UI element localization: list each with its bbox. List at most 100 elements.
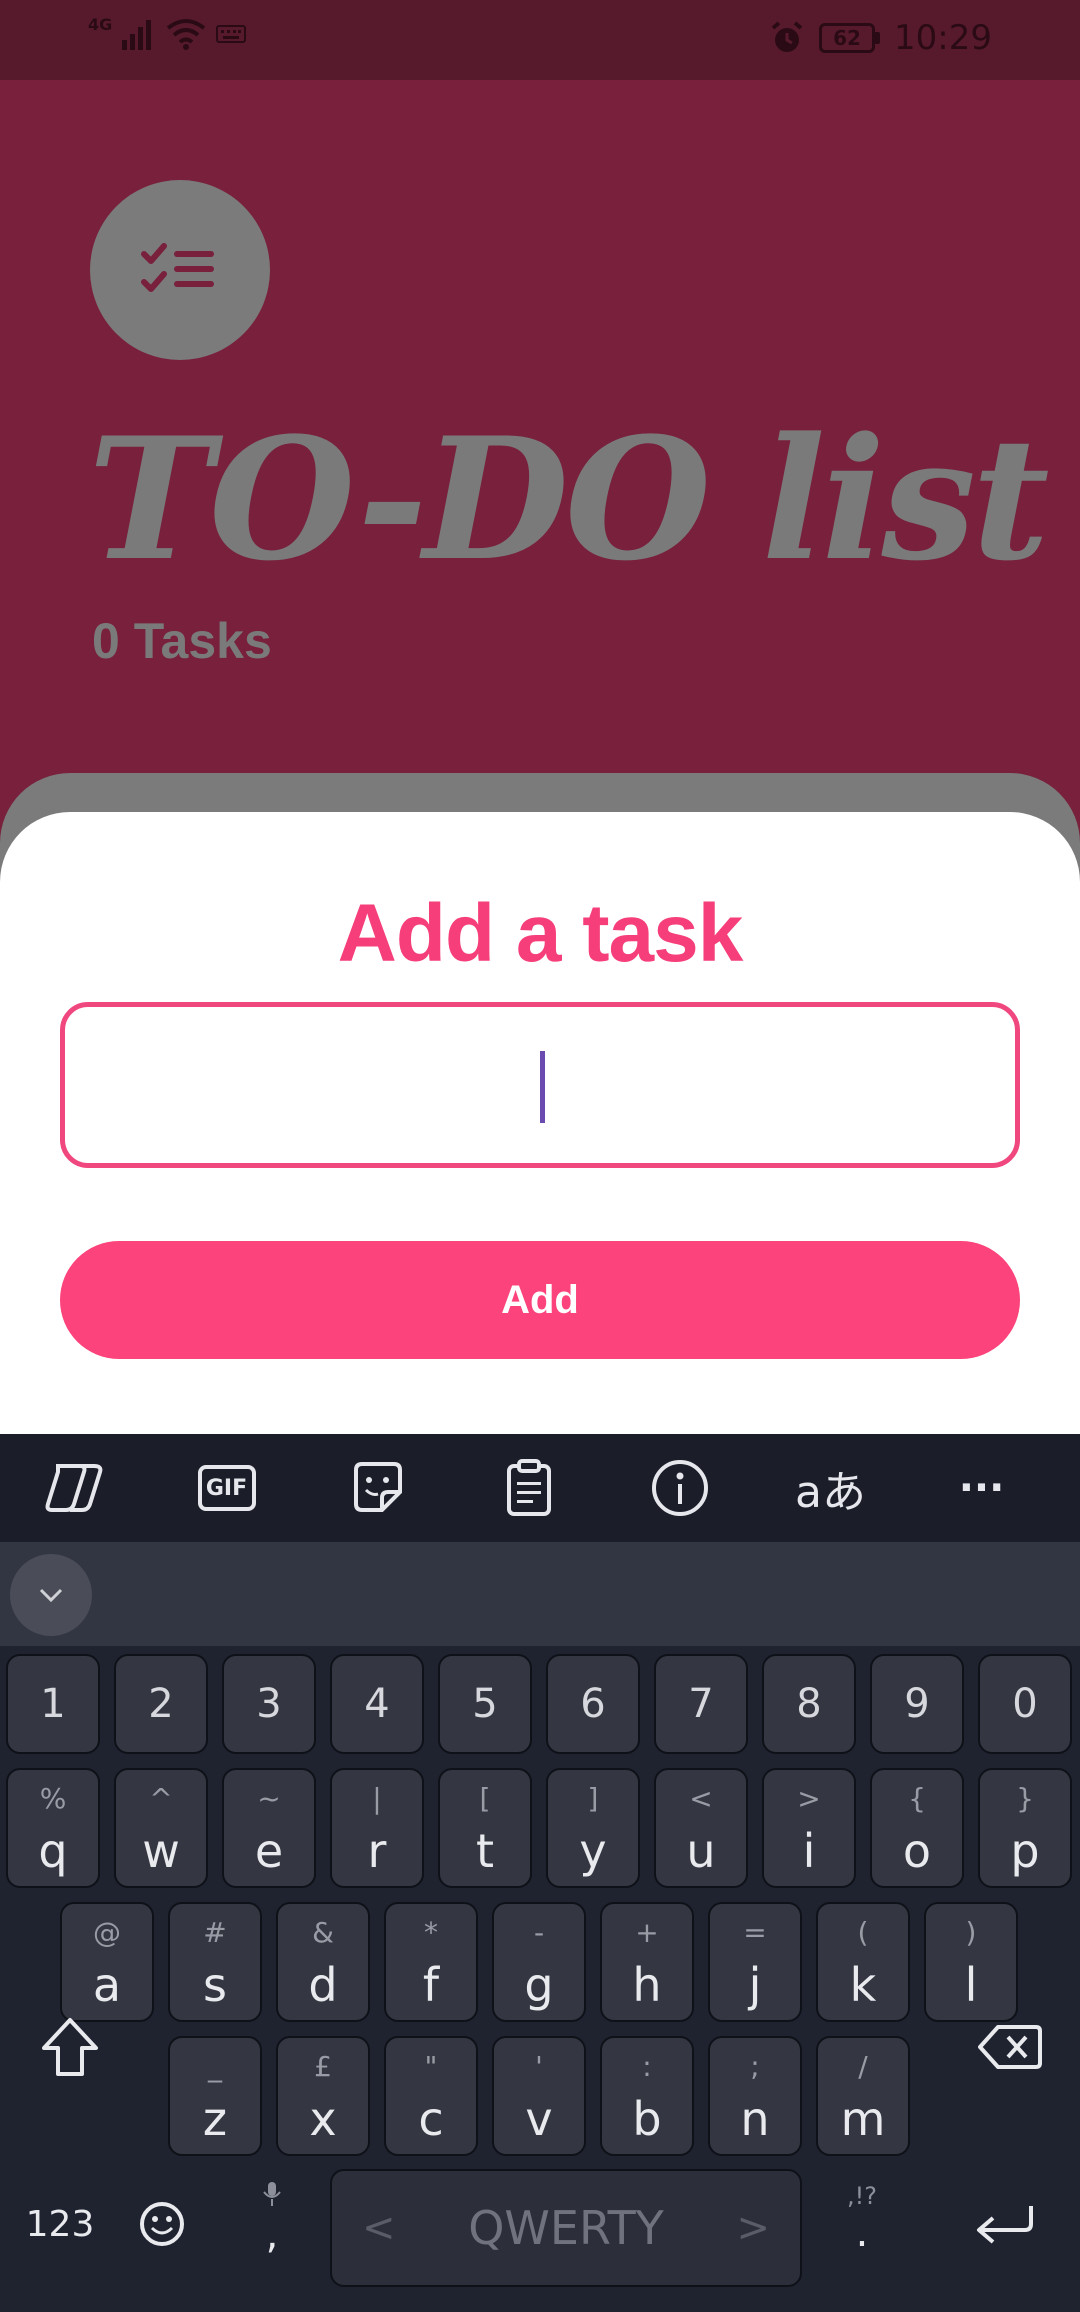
key-y-label: y xyxy=(579,1824,607,1878)
key-j-hint: = xyxy=(743,1916,767,1949)
key-x-label: x xyxy=(309,2092,337,2146)
key-k[interactable]: (k xyxy=(816,1902,910,2022)
key-h-hint: + xyxy=(635,1916,659,1949)
app-icon xyxy=(90,180,270,360)
key-f[interactable]: * f xyxy=(384,1902,478,2022)
key-8-label: 8 xyxy=(796,1681,822,1727)
key-8[interactable]: 8 xyxy=(762,1654,856,1754)
key-k-hint: ( xyxy=(857,1916,869,1949)
key-4[interactable]: 4 xyxy=(330,1654,424,1754)
task-input[interactable] xyxy=(60,1002,1020,1168)
keyboard: GIF aあ ··· 1 2 3 4 5 6 7 8 9 0 % q ^ w ~… xyxy=(0,1434,1080,2312)
key-9-label: 9 xyxy=(904,1681,930,1727)
add-task-sheet: Add a task Add xyxy=(0,812,1080,1434)
key-z[interactable]: _ z xyxy=(168,2036,262,2156)
key-5[interactable]: 5 xyxy=(438,1654,532,1754)
key-s[interactable]: # s xyxy=(168,1902,262,2022)
numbers-switch-key[interactable]: 123 xyxy=(10,2174,110,2274)
network-label: 4G xyxy=(88,14,113,34)
key-m[interactable]: / m xyxy=(816,2036,910,2156)
emoji-icon xyxy=(140,2202,184,2246)
translate-icon[interactable]: aあ xyxy=(755,1434,906,1542)
header: TO-DO list 0 Tasks xyxy=(0,80,1080,810)
key-h-label: h xyxy=(632,1958,662,2012)
enter-key[interactable] xyxy=(950,2174,1060,2274)
key-d-hint: & xyxy=(312,1916,334,1949)
task-count: 0 Tasks xyxy=(92,613,272,669)
key-b[interactable]: :b xyxy=(600,2036,694,2156)
comma-key[interactable]: , xyxy=(222,2154,322,2284)
gif-icon[interactable]: GIF xyxy=(151,1434,302,1542)
key-h[interactable]: + h xyxy=(600,1902,694,2022)
chevron-left-icon: < xyxy=(362,2205,396,2251)
key-u[interactable]: < u xyxy=(654,1768,748,1888)
backspace-key[interactable] xyxy=(960,1997,1060,2097)
collapse-keyboard-button[interactable] xyxy=(10,1554,92,1636)
key-6[interactable]: 6 xyxy=(546,1654,640,1754)
backspace-icon xyxy=(978,2025,1042,2069)
key-v[interactable]: ' v xyxy=(492,2036,586,2156)
key-w-label: w xyxy=(142,1824,180,1878)
battery-indicator: 62 xyxy=(819,23,881,53)
key-i-hint: > xyxy=(797,1782,821,1815)
key-p-label: p xyxy=(1010,1824,1040,1878)
key-5-label: 5 xyxy=(472,1681,498,1727)
key-n-label: n xyxy=(740,2092,770,2146)
key-1[interactable]: 1 xyxy=(6,1654,100,1754)
sticker-icon[interactable] xyxy=(302,1434,453,1542)
sheet-title: Add a task xyxy=(337,888,744,979)
key-o[interactable]: {o xyxy=(870,1768,964,1888)
key-p[interactable]: } p xyxy=(978,1768,1072,1888)
copilot-icon[interactable] xyxy=(0,1434,151,1542)
key-m-label: m xyxy=(840,2092,886,2146)
key-g-label: g xyxy=(524,1958,554,2012)
key-3[interactable]: 3 xyxy=(222,1654,316,1754)
key-t[interactable]: [t xyxy=(438,1768,532,1888)
key-0[interactable]: 0 xyxy=(978,1654,1072,1754)
key-x[interactable]: £ x xyxy=(276,2036,370,2156)
key-j[interactable]: = j xyxy=(708,1902,802,2022)
key-w[interactable]: ^ w xyxy=(114,1768,208,1888)
key-g-hint: - xyxy=(533,1916,545,1949)
key-x-hint: £ xyxy=(314,2050,332,2083)
key-c[interactable]: " c xyxy=(384,2036,478,2156)
key-i[interactable]: > i xyxy=(762,1768,856,1888)
key-e-label: e xyxy=(254,1824,284,1878)
period-label: . xyxy=(855,2210,869,2256)
info-icon[interactable] xyxy=(604,1434,755,1542)
key-e[interactable]: ~ e xyxy=(222,1768,316,1888)
key-r-label: r xyxy=(367,1824,387,1878)
key-c-hint: " xyxy=(424,2050,438,2083)
suggestion-bar xyxy=(0,1542,1080,1646)
status-bar: 4G 62 10:29 xyxy=(0,0,1080,80)
chevron-right-icon: > xyxy=(736,2205,770,2251)
key-n[interactable]: ; n xyxy=(708,2036,802,2156)
period-key[interactable]: ,!? . xyxy=(812,2154,912,2284)
status-right: 62 10:29 xyxy=(769,18,992,58)
key-y[interactable]: ] y xyxy=(546,1768,640,1888)
space-label: QWERTY xyxy=(468,2201,664,2255)
key-g[interactable]: -g xyxy=(492,1902,586,2022)
key-q[interactable]: % q xyxy=(6,1768,100,1888)
key-p-hint: } xyxy=(1016,1782,1034,1815)
space-key[interactable]: < QWERTY > xyxy=(330,2169,802,2287)
key-9[interactable]: 9 xyxy=(870,1654,964,1754)
clipboard-icon[interactable] xyxy=(453,1434,604,1542)
key-7[interactable]: 7 xyxy=(654,1654,748,1754)
key-o-hint: { xyxy=(908,1782,926,1815)
key-s-hint: # xyxy=(203,1916,227,1949)
comma-label: , xyxy=(265,2212,279,2258)
key-2[interactable]: 2 xyxy=(114,1654,208,1754)
emoji-key[interactable] xyxy=(112,2174,212,2274)
wifi-icon xyxy=(167,19,206,50)
key-r[interactable]: | r xyxy=(330,1768,424,1888)
key-7-label: 7 xyxy=(688,1681,714,1727)
add-button[interactable]: Add xyxy=(60,1241,1020,1359)
key-k-label: k xyxy=(849,1958,877,2012)
key-0-label: 0 xyxy=(1012,1681,1038,1727)
shift-key[interactable] xyxy=(20,1997,120,2097)
chevron-down-icon xyxy=(39,1588,63,1603)
key-i-label: i xyxy=(802,1824,816,1878)
more-icon[interactable]: ··· xyxy=(906,1434,1057,1542)
key-d[interactable]: & d xyxy=(276,1902,370,2022)
